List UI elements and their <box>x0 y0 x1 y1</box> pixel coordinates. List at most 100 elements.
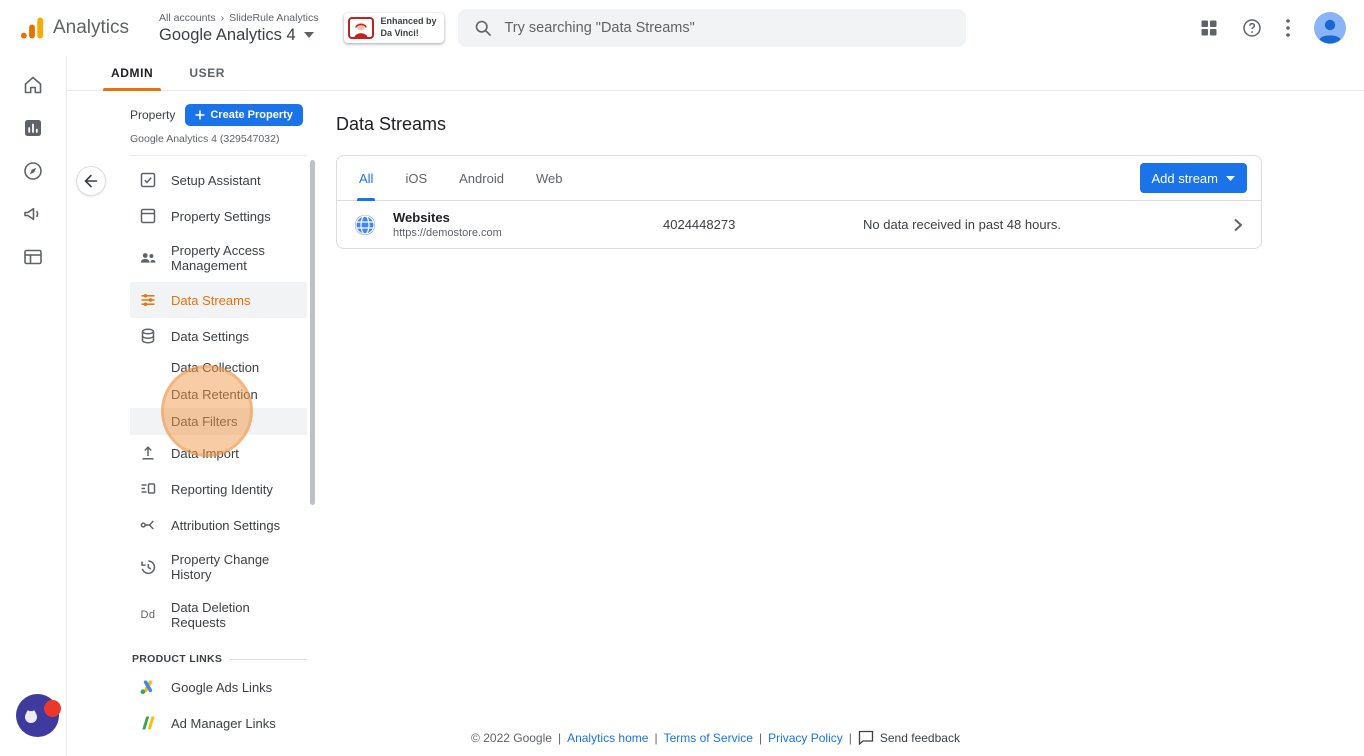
sidebar-item-data-deletion-requests[interactable]: Dd Data Deletion Requests <box>130 591 307 639</box>
enhanced-badge-text: Enhanced by Da Vinci! <box>380 16 436 39</box>
footer-separator: | <box>654 731 658 745</box>
footer-separator: | <box>557 731 562 745</box>
more-vert-icon[interactable] <box>1286 19 1290 37</box>
filter-tab-label: iOS <box>405 170 428 186</box>
reports-icon[interactable] <box>20 115 46 141</box>
data-deletion-icon: Dd <box>140 609 156 621</box>
sidebar-item-property-access-management[interactable]: Property Access Management <box>130 234 307 282</box>
chevron-down-icon <box>1226 175 1235 181</box>
sidebar-item-property-change-history[interactable]: Property Change History <box>130 543 307 591</box>
sidebar-item-data-settings[interactable]: Data Settings <box>130 318 307 354</box>
send-feedback-button[interactable]: Send feedback <box>858 730 960 746</box>
advertising-icon[interactable] <box>20 201 46 227</box>
sidebar-item-data-filters[interactable]: Data Filters <box>130 408 307 435</box>
property-panel: Property Create Property Google Analytic… <box>130 104 307 741</box>
sidebar-item-label: Data Retention <box>171 387 258 402</box>
google-ads-icon <box>139 678 157 696</box>
sidebar-item-label: Property Change History <box>171 552 270 582</box>
sidebar-item-label: Google Ads Links <box>171 679 273 695</box>
reporting-identity-icon <box>139 480 157 498</box>
topbar-actions <box>1200 12 1364 44</box>
sidebar-item-setup-assistant[interactable]: Setup Assistant <box>130 162 307 198</box>
stream-row[interactable]: Websites https://demostore.com 402444827… <box>337 201 1261 248</box>
add-stream-button[interactable]: Add stream <box>1139 163 1247 193</box>
globe-icon <box>353 213 377 237</box>
sidebar-item-label: Property Settings <box>171 208 271 224</box>
sidebar-item-label: Attribution Settings <box>171 517 281 533</box>
filter-tab-all[interactable]: All <box>343 156 389 201</box>
sidebar-item-google-ads-links[interactable]: Google Ads Links <box>130 669 307 705</box>
apps-grid-icon[interactable] <box>1200 19 1218 37</box>
breadcrumb-separator: › <box>220 11 225 24</box>
product-links-header: PRODUCT LINKS <box>130 653 307 665</box>
stream-name-block: Websites https://demostore.com <box>393 210 663 239</box>
search-input[interactable] <box>504 20 951 36</box>
data-streams-card: All iOS Android Web Add stream Websites <box>336 155 1262 249</box>
topbar: Analytics All accounts › SlideRule Analy… <box>0 0 1364 56</box>
panel-head: Property Create Property <box>130 104 307 126</box>
explore-icon[interactable] <box>20 158 46 184</box>
tab-user[interactable]: USER <box>171 56 243 90</box>
history-icon <box>139 558 157 576</box>
tab-admin[interactable]: ADMIN <box>93 56 171 91</box>
property-selector-label: Google Analytics 4 <box>159 25 296 44</box>
back-arrow-icon <box>84 174 98 188</box>
left-rail <box>0 56 67 756</box>
send-feedback-label: Send feedback <box>879 731 960 745</box>
panel-list: Setup Assistant Property Settings Proper… <box>130 162 307 741</box>
sidebar-item-label: Setup Assistant <box>171 172 261 188</box>
filter-tab-web[interactable]: Web <box>520 156 579 200</box>
main-content: Data Streams All iOS Android Web Add str… <box>336 114 1262 249</box>
assistant-mascot-icon <box>25 710 37 723</box>
sidebar-item-attribution-settings[interactable]: Attribution Settings <box>130 507 307 543</box>
footer-link-analytics-home[interactable]: Analytics home <box>567 731 648 745</box>
filter-tab-android[interactable]: Android <box>443 156 520 200</box>
back-button[interactable] <box>76 166 106 196</box>
analytics-logo[interactable]: Analytics <box>0 14 129 42</box>
add-stream-label: Add stream <box>1151 170 1218 186</box>
sidebar-item-property-settings[interactable]: Property Settings <box>130 198 307 234</box>
sidebar-item-data-collection[interactable]: Data Collection <box>130 354 307 381</box>
breadcrumb-current[interactable]: SlideRule Analytics <box>229 12 318 24</box>
library-icon[interactable] <box>20 244 46 270</box>
property-section-label: Property <box>130 108 176 122</box>
footer-link-terms-of-service[interactable]: Terms of Service <box>664 731 753 745</box>
account-switcher[interactable]: All accounts › SlideRule Analytics Googl… <box>159 12 318 45</box>
search-icon <box>476 20 492 36</box>
sidebar-item-data-streams[interactable]: Data Streams <box>130 282 307 318</box>
sidebar-item-label: Data Filters <box>171 414 238 429</box>
breadcrumb-root[interactable]: All accounts <box>159 12 216 24</box>
sidebar-item-data-import[interactable]: Data Import <box>130 435 307 471</box>
tab-user-label: USER <box>189 66 226 80</box>
panel-scrollbar[interactable] <box>310 160 315 505</box>
sidebar-item-label: Ad Manager Links <box>171 715 276 731</box>
footer-link-privacy-policy[interactable]: Privacy Policy <box>768 731 843 745</box>
help-icon[interactable] <box>1242 18 1262 38</box>
create-property-button[interactable]: Create Property <box>185 104 303 126</box>
avatar[interactable] <box>1314 12 1346 44</box>
stream-filter-bar: All iOS Android Web Add stream <box>337 156 1261 201</box>
filter-tab-label: Web <box>535 170 563 186</box>
data-streams-icon <box>139 291 157 309</box>
copyright: © 2022 Google <box>471 731 552 745</box>
property-settings-icon <box>139 207 157 225</box>
chevron-right-icon[interactable] <box>1229 218 1247 232</box>
search-bar[interactable] <box>458 9 967 47</box>
sidebar-item-reporting-identity[interactable]: Reporting Identity <box>130 471 307 507</box>
enhanced-badge[interactable]: Enhanced by Da Vinci! <box>344 13 445 43</box>
filter-tab-label: Android <box>459 170 504 186</box>
footer-separator: | <box>758 731 763 745</box>
sidebar-item-data-retention[interactable]: Data Retention <box>130 381 307 408</box>
filter-tab-ios[interactable]: iOS <box>389 156 443 200</box>
home-icon[interactable] <box>20 72 46 98</box>
app-name: Analytics <box>53 17 130 38</box>
setup-assistant-icon <box>139 171 157 189</box>
sidebar-item-label: Reporting Identity <box>171 481 273 497</box>
upload-icon <box>139 444 157 462</box>
notification-dot <box>44 700 61 717</box>
breadcrumb: All accounts › SlideRule Analytics <box>159 12 318 24</box>
property-selector[interactable]: Google Analytics 4 <box>159 26 318 45</box>
stream-status: No data received in past 48 hours. <box>863 217 1062 232</box>
feedback-bubble-icon <box>858 730 874 746</box>
analytics-logo-icon <box>20 17 44 39</box>
